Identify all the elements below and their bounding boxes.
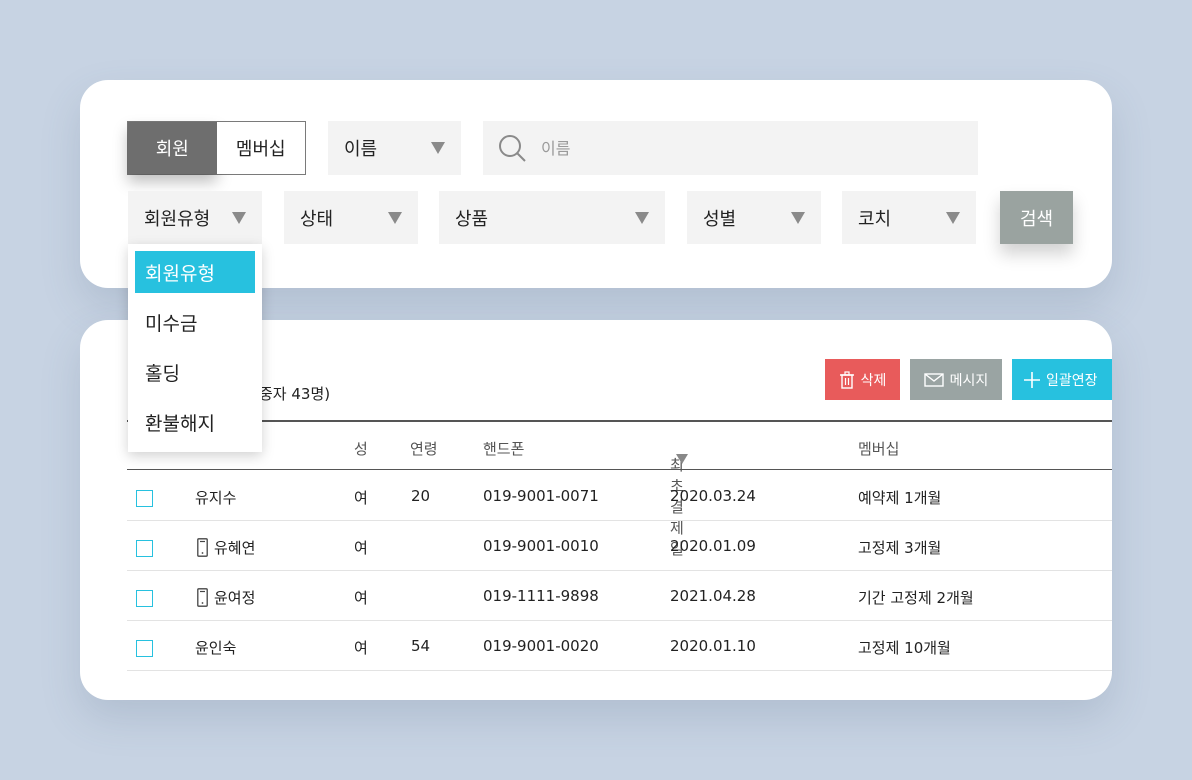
member-type-select[interactable]: 회원유형: [128, 191, 262, 244]
member-name: 윤여정: [214, 589, 256, 607]
chevron-down-icon: [791, 211, 805, 224]
gender-cell: 여: [354, 489, 368, 507]
first-payment-cell: 2020.01.10: [670, 637, 756, 655]
phone-cell: 019-1111-9898: [483, 587, 599, 605]
dropdown-option-member-type[interactable]: 회원유형: [135, 251, 255, 293]
bulk-extend-button[interactable]: 일괄연장: [1012, 359, 1112, 400]
phone-cell: 019-9001-0010: [483, 537, 599, 555]
search-box: [483, 121, 978, 175]
membership-cell: 고정제 10개월: [858, 639, 951, 657]
member-name-cell[interactable]: 윤인숙: [195, 637, 236, 658]
chevron-down-icon: [431, 142, 445, 154]
first-payment-cell: 2020.03.24: [670, 487, 756, 505]
product-select[interactable]: 상품: [439, 191, 665, 244]
row-checkbox[interactable]: [136, 640, 153, 657]
age-cell: 20: [411, 487, 431, 505]
member-name-cell[interactable]: 유혜연: [197, 537, 255, 558]
gender-cell: 여: [354, 589, 368, 607]
gender-select[interactable]: 성별: [687, 191, 821, 244]
search-icon: [499, 135, 526, 162]
mobile-phone-icon: [197, 588, 208, 607]
mobile-phone-icon: [197, 538, 208, 557]
message-button[interactable]: 메시지: [910, 359, 1002, 400]
chevron-down-icon: [388, 211, 402, 224]
search-button[interactable]: 검색: [1000, 191, 1073, 244]
column-age: 연령: [410, 440, 438, 458]
chevron-down-icon: [946, 211, 960, 224]
phone-cell: 019-9001-0071: [483, 487, 599, 505]
coach-select[interactable]: 코치: [842, 191, 976, 244]
first-payment-cell: 2021.04.28: [670, 587, 756, 605]
member-name-cell[interactable]: 유지수: [195, 487, 236, 508]
table-header: 성 연령 핸드폰 최초결제일 멤버십: [127, 422, 1112, 558]
column-membership: 멤버십: [858, 440, 900, 458]
gender-cell: 여: [354, 539, 368, 557]
member-name: 유지수: [195, 489, 237, 507]
phone-cell: 019-9001-0020: [483, 637, 599, 655]
column-gender: 성: [354, 440, 368, 458]
search-input[interactable]: [541, 138, 941, 158]
membership-cell: 고정제 3개월: [858, 539, 942, 557]
member-type-select-label: 회원유형: [144, 208, 211, 230]
plus-icon: [1024, 371, 1040, 388]
gender-cell: 여: [354, 639, 368, 657]
sort-down-icon: [676, 454, 688, 464]
view-toggle: 회원 멤버십: [127, 121, 306, 175]
age-cell: 54: [411, 637, 431, 655]
table-row[interactable]: 유혜연 여 019-9001-0010 2020.01.09 고정제 3개월: [127, 521, 1112, 571]
status-select-label: 상태: [300, 208, 334, 230]
mail-icon: [923, 372, 944, 387]
message-button-label: 메시지: [949, 372, 989, 389]
chevron-down-icon: [635, 211, 649, 224]
toggle-member-button[interactable]: 회원: [128, 122, 217, 174]
dropdown-option-holding[interactable]: 홀딩: [135, 351, 255, 393]
trash-icon: [839, 370, 854, 389]
column-phone: 핸드폰: [483, 440, 525, 458]
member-count: 중자 43명): [259, 385, 331, 403]
dropdown-option-unpaid[interactable]: 미수금: [135, 301, 255, 343]
table-row[interactable]: 윤인숙 여 54 019-9001-0020 2020.01.10 고정제 10개월: [127, 621, 1112, 671]
delete-button[interactable]: 삭제: [825, 359, 900, 400]
table-row[interactable]: 윤여정 여 019-1111-9898 2021.04.28 기간 고정제 2개월: [127, 571, 1112, 621]
search-field-select[interactable]: 이름: [328, 121, 461, 175]
member-name: 유혜연: [214, 539, 256, 557]
first-payment-cell: 2020.01.09: [670, 537, 756, 555]
membership-cell: 예약제 1개월: [858, 489, 942, 507]
member-name: 윤인숙: [195, 639, 237, 657]
row-checkbox[interactable]: [136, 490, 153, 507]
gender-select-label: 성별: [703, 208, 737, 230]
coach-select-label: 코치: [858, 208, 892, 230]
row-checkbox[interactable]: [136, 540, 153, 557]
status-select[interactable]: 상태: [284, 191, 418, 244]
member-type-dropdown: 회원유형 미수금 홀딩 환불해지: [128, 244, 262, 452]
product-select-label: 상품: [455, 208, 489, 230]
member-name-cell[interactable]: 윤여정: [197, 587, 255, 608]
search-field-select-label: 이름: [344, 139, 378, 160]
row-checkbox[interactable]: [136, 590, 153, 607]
delete-button-label: 삭제: [860, 372, 887, 389]
bulk-extend-button-label: 일괄연장: [1046, 372, 1098, 389]
dropdown-option-refund[interactable]: 환불해지: [135, 401, 255, 443]
membership-cell: 기간 고정제 2개월: [858, 589, 974, 607]
table-row[interactable]: 유지수 여 20 019-9001-0071 2020.03.24 예약제 1개월: [127, 471, 1112, 521]
toggle-membership-button[interactable]: 멤버십: [216, 122, 305, 174]
chevron-down-icon: [232, 211, 246, 224]
